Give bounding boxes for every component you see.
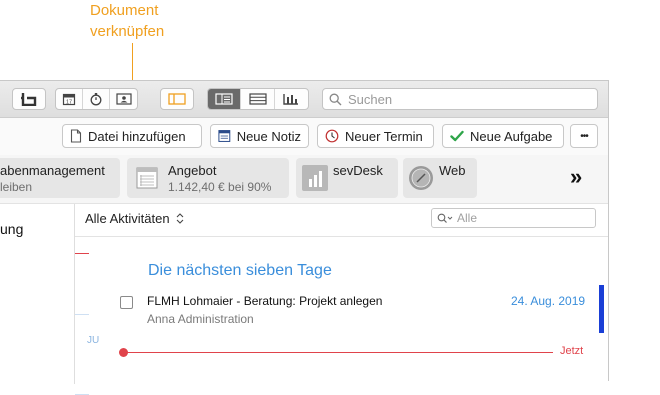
task-row[interactable]: FLMH Lohmaier - Beratung: Projekt anlege… [75,290,608,330]
action-bar: Datei hinzufügen Neue Notiz Neuer Termin… [0,118,608,156]
quick-link-subtitle: leiben [0,180,33,194]
selection-accent-bar [599,285,604,333]
brand-icon [21,93,37,106]
annotation-line-2: verknüpfen [90,23,165,40]
app-logo-button[interactable] [12,88,46,110]
activity-search-placeholder: Alle [457,211,478,225]
offer-document-icon [136,167,158,189]
toolbar: 17 Suchen [0,81,608,118]
add-file-label: Datei hinzufügen [88,128,186,144]
stopwatch-icon [90,93,102,106]
now-indicator: Jetzt [119,345,599,358]
quick-link-offer[interactable]: Angebot 1.142,40 € bei 90% [127,158,289,198]
view-split-button[interactable] [208,89,242,109]
now-line [125,352,553,353]
task-checkbox[interactable] [120,296,133,309]
app-window: 17 Suchen Datei hinzufügen Neue Notiz Ne… [0,80,609,395]
task-date: 24. Aug. 2019 [511,294,586,308]
add-file-button[interactable]: Datei hinzufügen [62,124,202,148]
timeline-marker [75,253,89,254]
month-label: JU [87,335,100,346]
updown-chevron-icon [176,213,183,224]
sidebar-item-label[interactable]: ung [0,221,23,237]
activities-panel: Alle Aktivitäten Alle Die nächsten siebe… [75,204,608,395]
sidebar-icon [168,93,186,105]
activity-filter-label: Alle Aktivitäten [85,211,170,226]
annotation-callout: Dokument verknüpfen [90,0,164,42]
search-placeholder: Suchen [348,91,393,107]
quick-link-title: sevDesk [333,163,383,178]
new-note-label: Neue Notiz [236,128,301,144]
tool-group: 17 [55,88,138,110]
quick-link-web[interactable]: Web [403,158,477,198]
annotation-line-1: Dokument [90,2,159,19]
bar-chart-icon [283,94,299,105]
more-button[interactable]: ••• [570,124,598,148]
view-list-button[interactable] [241,89,275,109]
calendar-button[interactable]: 17 [56,89,83,109]
svg-text:17: 17 [66,100,72,106]
sidebar: ung [0,204,75,384]
quick-links-bar: abenmanagement leiben Angebot 1.142,40 €… [0,155,608,204]
quick-link-sevdesk[interactable]: sevDesk [296,158,398,198]
task-title: FLMH Lohmaier - Beratung: Projekt anlege… [147,294,383,308]
view-switcher [207,88,309,110]
search-icon [329,93,342,105]
new-task-button[interactable]: Neue Aufgabe [442,124,564,148]
compass-icon [409,166,433,190]
activity-search-input[interactable]: Alle [431,208,596,228]
search-input[interactable]: Suchen [322,88,598,110]
clock-icon [325,129,339,143]
calendar-icon: 17 [62,93,76,106]
section-title: Die nächsten sieben Tage [148,262,332,279]
contacts-button[interactable] [110,89,137,109]
sidebar-toggle-button[interactable] [160,88,194,110]
list-view-icon [248,93,267,105]
new-task-label: Neue Aufgabe [470,128,553,144]
quick-link-title: Web [439,163,466,178]
checkmark-icon [450,130,464,142]
quick-link-title: abenmanagement [0,163,105,178]
overflow-chevron-icon[interactable]: » [570,166,582,188]
task-subtitle: Anna Administration [147,312,254,326]
split-view-icon [215,93,233,105]
activity-filter-dropdown[interactable]: Alle Aktivitäten [85,211,184,226]
quick-link-task-management[interactable]: abenmanagement leiben [0,158,120,198]
search-filter-icon [437,213,453,223]
quick-link-subtitle: 1.142,40 € bei 90% [168,180,272,194]
now-label: Jetzt [560,345,584,357]
contact-card-icon [115,93,132,105]
activities-filter-bar: Alle Aktivitäten Alle [75,204,608,237]
new-appointment-label: Neuer Termin [345,128,423,144]
new-note-button[interactable]: Neue Notiz [210,124,309,148]
quick-link-title: Angebot [168,163,217,178]
sevdesk-icon [302,165,328,191]
new-appointment-button[interactable]: Neuer Termin [317,124,434,148]
document-icon [70,129,82,143]
note-icon [218,130,231,142]
view-chart-button[interactable] [275,89,308,109]
timer-button[interactable] [83,89,110,109]
more-icon: ••• [580,130,588,142]
